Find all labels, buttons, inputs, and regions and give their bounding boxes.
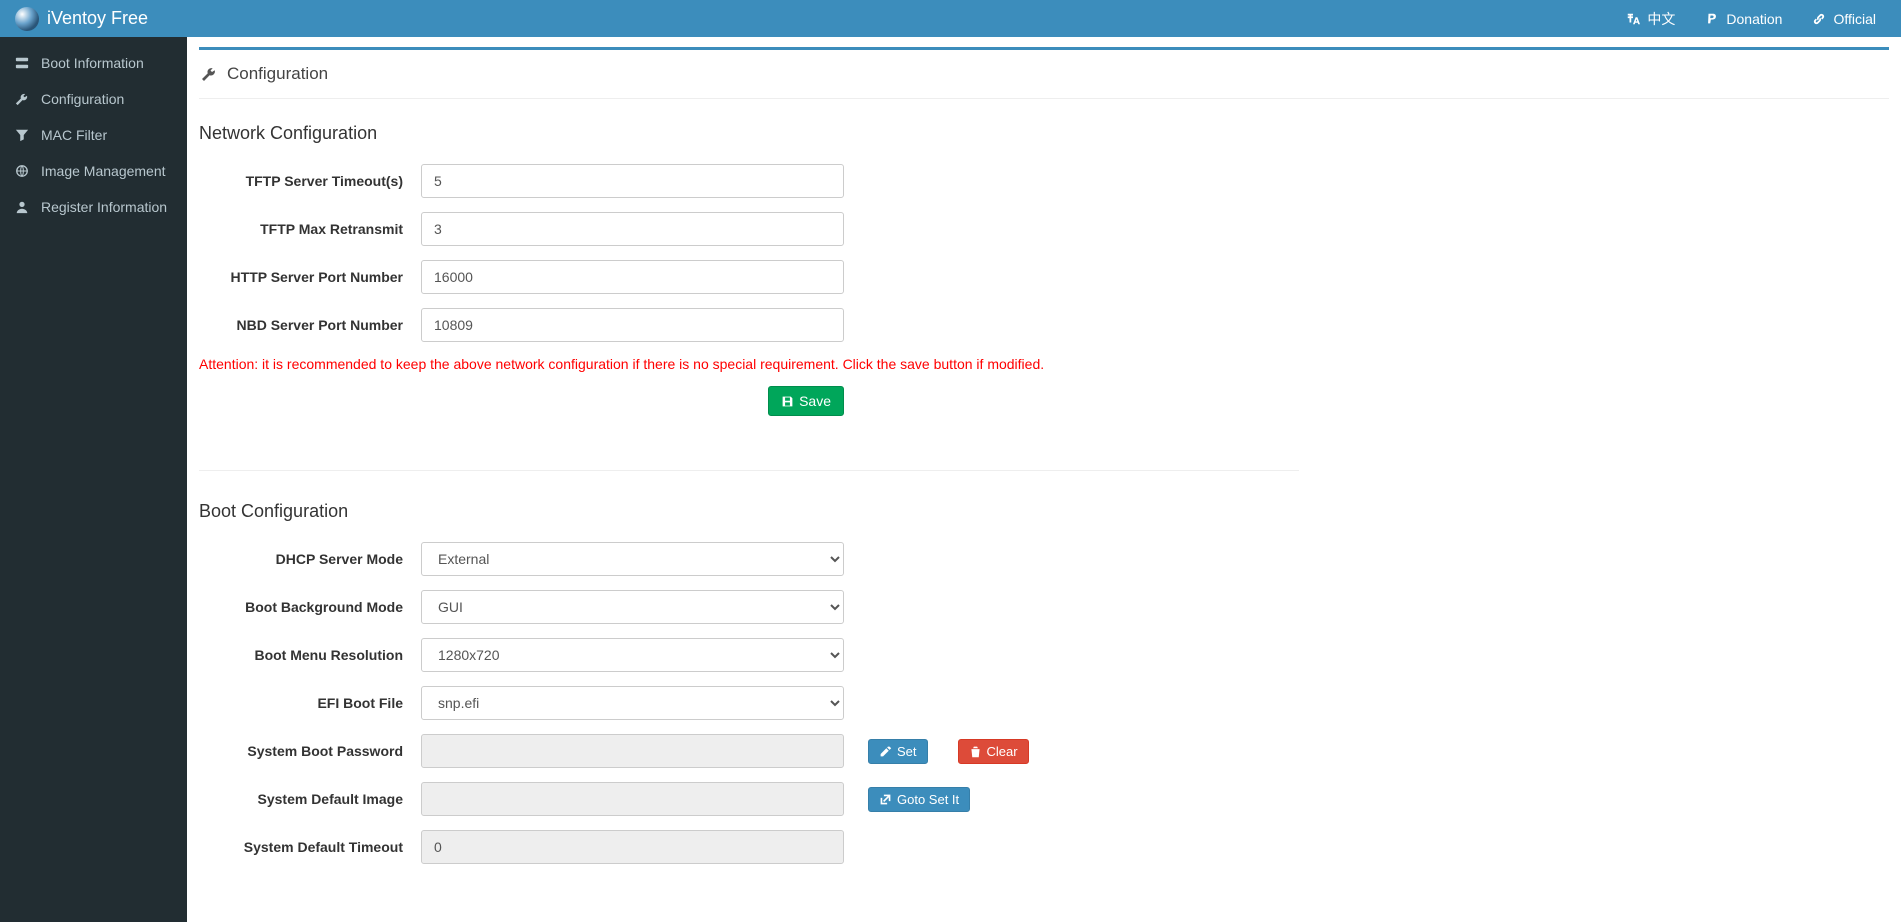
input-tftp-timeout[interactable]: [421, 164, 844, 198]
label-efi-file: EFI Boot File: [199, 695, 421, 711]
clear-password-label: Clear: [987, 744, 1018, 759]
language-icon: [1626, 12, 1640, 26]
label-resolution: Boot Menu Resolution: [199, 647, 421, 663]
page-header: Configuration: [199, 60, 1889, 99]
user-icon: [15, 200, 29, 214]
sidebar: Boot Information Configuration MAC Filte…: [0, 37, 187, 922]
label-tftp-retransmit: TFTP Max Retransmit: [199, 221, 421, 237]
label-tftp-timeout: TFTP Server Timeout(s): [199, 173, 421, 189]
wrench-icon: [15, 92, 29, 106]
wrench-icon: [201, 66, 217, 82]
boot-config-heading: Boot Configuration: [199, 501, 1299, 522]
row-nbd-port: NBD Server Port Number: [199, 308, 1299, 342]
page-title: Configuration: [227, 64, 328, 84]
network-config-section: Network Configuration TFTP Server Timeou…: [199, 123, 1299, 440]
label-default-timeout: System Default Timeout: [199, 839, 421, 855]
topnav-language[interactable]: 中文: [1626, 9, 1675, 29]
topnav-donation-label: Donation: [1726, 11, 1782, 27]
input-default-image: [421, 782, 844, 816]
row-default-image: System Default Image Goto Set It: [199, 782, 1299, 816]
sidebar-item-configuration[interactable]: Configuration: [0, 81, 187, 117]
input-nbd-port[interactable]: [421, 308, 844, 342]
trash-icon: [969, 745, 982, 758]
topnav-official-label: Official: [1833, 11, 1876, 27]
row-tftp-timeout: TFTP Server Timeout(s): [199, 164, 1299, 198]
row-tftp-retransmit: TFTP Max Retransmit: [199, 212, 1299, 246]
row-resolution: Boot Menu Resolution 1280x720: [199, 638, 1299, 672]
section-divider: [199, 470, 1299, 471]
label-default-image: System Default Image: [199, 791, 421, 807]
accent-bar: [199, 47, 1889, 50]
input-password: [421, 734, 844, 768]
label-password: System Boot Password: [199, 743, 421, 759]
globe-icon: [15, 164, 29, 178]
sidebar-item-label: Configuration: [41, 91, 124, 107]
goto-set-button[interactable]: Goto Set It: [868, 787, 970, 812]
boot-config-section: Boot Configuration DHCP Server Mode Exte…: [199, 501, 1299, 902]
topnav: 中文 Donation Official: [1626, 9, 1901, 29]
topbar: iVentoy Free 中文 Donation Official: [0, 0, 1901, 37]
save-icon: [781, 395, 794, 408]
sidebar-item-image-management[interactable]: Image Management: [0, 153, 187, 189]
clear-password-button[interactable]: Clear: [958, 739, 1029, 764]
save-button-label: Save: [799, 393, 831, 409]
select-resolution[interactable]: 1280x720: [421, 638, 844, 672]
link-icon: [1812, 12, 1826, 26]
network-attention-text: Attention: it is recommended to keep the…: [199, 356, 1299, 372]
set-password-button[interactable]: Set: [868, 739, 928, 764]
row-efi-file: EFI Boot File snp.efi: [199, 686, 1299, 720]
sidebar-item-label: Image Management: [41, 163, 166, 179]
label-bg-mode: Boot Background Mode: [199, 599, 421, 615]
server-icon: [15, 56, 29, 70]
input-tftp-retransmit[interactable]: [421, 212, 844, 246]
set-password-label: Set: [897, 744, 917, 759]
select-dhcp-mode[interactable]: External: [421, 542, 844, 576]
input-http-port[interactable]: [421, 260, 844, 294]
brand[interactable]: iVentoy Free: [0, 0, 187, 37]
sidebar-item-label: MAC Filter: [41, 127, 107, 143]
topnav-donation[interactable]: Donation: [1705, 9, 1782, 29]
select-bg-mode[interactable]: GUI: [421, 590, 844, 624]
row-default-timeout: System Default Timeout: [199, 830, 1299, 864]
external-link-icon: [879, 793, 892, 806]
label-nbd-port: NBD Server Port Number: [199, 317, 421, 333]
save-button[interactable]: Save: [768, 386, 844, 416]
network-config-heading: Network Configuration: [199, 123, 1299, 144]
sidebar-item-register-information[interactable]: Register Information: [0, 189, 187, 225]
select-efi-file[interactable]: snp.efi: [421, 686, 844, 720]
goto-set-label: Goto Set It: [897, 792, 959, 807]
input-default-timeout: [421, 830, 844, 864]
row-password: System Boot Password Set Clear: [199, 734, 1299, 768]
row-dhcp-mode: DHCP Server Mode External: [199, 542, 1299, 576]
edit-icon: [879, 745, 892, 758]
brand-title: iVentoy Free: [47, 8, 148, 29]
filter-icon: [15, 128, 29, 142]
label-dhcp-mode: DHCP Server Mode: [199, 551, 421, 567]
label-http-port: HTTP Server Port Number: [199, 269, 421, 285]
topnav-official[interactable]: Official: [1812, 9, 1876, 29]
paypal-icon: [1705, 12, 1719, 26]
sidebar-item-mac-filter[interactable]: MAC Filter: [0, 117, 187, 153]
sidebar-item-boot-information[interactable]: Boot Information: [0, 45, 187, 81]
sidebar-item-label: Register Information: [41, 199, 167, 215]
row-bg-mode: Boot Background Mode GUI: [199, 590, 1299, 624]
sidebar-item-label: Boot Information: [41, 55, 144, 71]
main-content: Configuration Network Configuration TFTP…: [187, 37, 1901, 922]
brand-logo-icon: [15, 7, 39, 31]
row-http-port: HTTP Server Port Number: [199, 260, 1299, 294]
topnav-language-label: 中文: [1647, 9, 1675, 29]
